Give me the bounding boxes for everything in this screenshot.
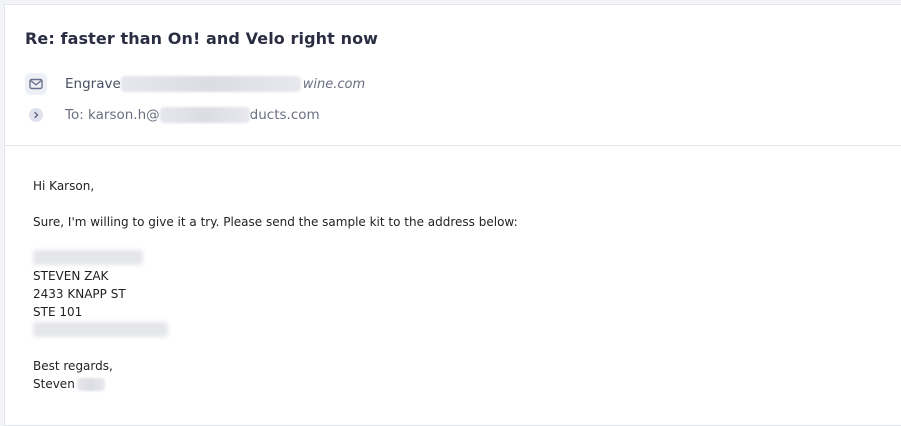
recipient-row: To: karson.h@ ducts.com <box>25 104 320 126</box>
email-view: Re: faster than On! and Velo right now E… <box>4 4 901 426</box>
redacted-line <box>33 250 143 265</box>
chevron-right-icon[interactable] <box>25 104 47 126</box>
body-line: Sure, I'm willing to give it a try. Plea… <box>33 215 518 229</box>
sender-prefix: Engrave <box>65 76 121 92</box>
email-subject: Re: faster than On! and Velo right now <box>25 29 379 48</box>
recipient-prefix: To: karson.h@ <box>65 107 160 123</box>
address-suite: STE 101 <box>33 305 83 319</box>
recipient-domain-tail: ducts.com <box>249 107 320 123</box>
address-name: STEVEN ZAK <box>33 269 109 283</box>
signature-name: Steven <box>33 377 75 391</box>
redacted-line <box>33 322 168 337</box>
redacted-sender <box>120 76 301 92</box>
address-street: 2433 KNAPP ST <box>33 287 126 301</box>
redacted-surname <box>76 378 105 391</box>
signoff: Best regards, <box>33 359 113 373</box>
email-body: Hi Karson, Sure, I'm willing to give it … <box>33 177 518 393</box>
signature: Steven <box>33 375 518 393</box>
recipient-address[interactable]: To: karson.h@ ducts.com <box>65 107 320 123</box>
header-divider <box>5 145 901 146</box>
redacted-recipient <box>159 107 250 123</box>
mail-icon <box>25 73 47 95</box>
greeting: Hi Karson, <box>33 179 95 193</box>
sender-row: Engrave wine.com <box>25 73 365 95</box>
sender-address[interactable]: Engrave wine.com <box>65 76 365 92</box>
sender-domain-tail: wine.com <box>302 77 366 92</box>
